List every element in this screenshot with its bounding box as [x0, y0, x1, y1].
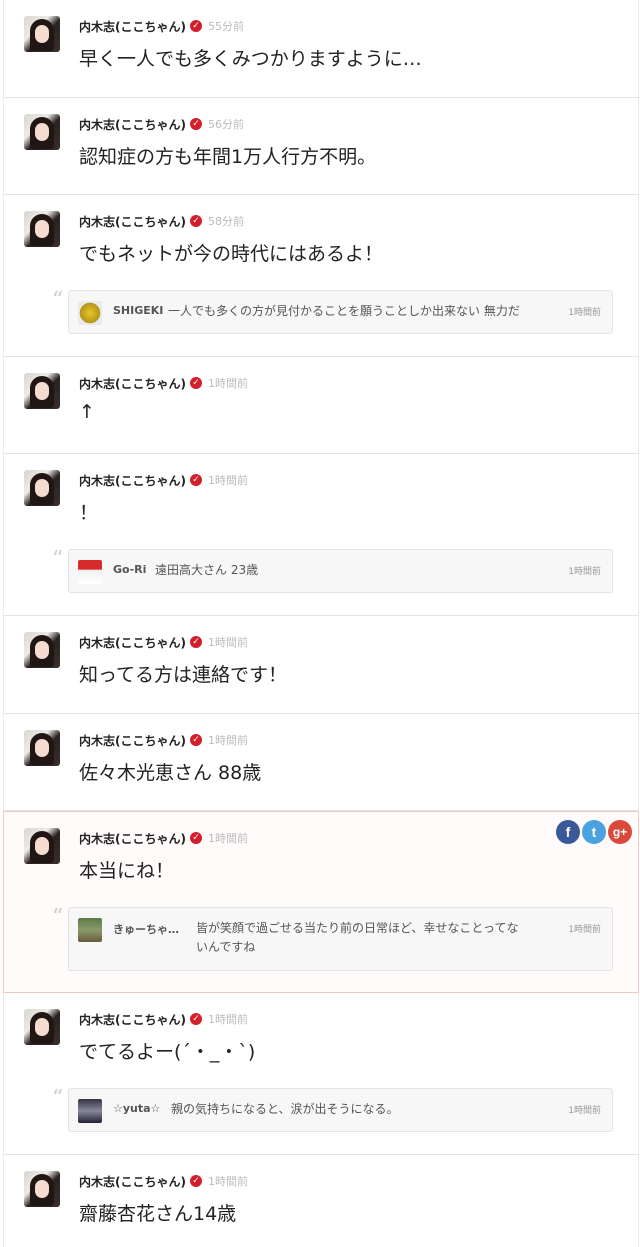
- post-header: 内木志(ここちゃん) ✓ 1時間前: [79, 828, 248, 848]
- post-header: 内木志(ここちゃん) ✓ 1時間前: [79, 373, 248, 393]
- quote-text: 親の気持ちになると、涙が出そうになる。: [171, 1102, 399, 1116]
- post-item: 内木志(ここちゃん) ✓ 58分前 でもネットが今の時代にはあるよ！ “ SHI…: [3, 195, 639, 357]
- quote-avatar: [78, 301, 102, 325]
- post-header: 内木志(ここちゃん) ✓ 1時間前: [79, 730, 248, 750]
- post-time[interactable]: 58分前: [208, 213, 244, 229]
- google-plus-share-button[interactable]: g+: [608, 820, 632, 844]
- post-text: 認知症の方も年間1万人行方不明。: [79, 146, 377, 168]
- post-header: 内木志(ここちゃん) ✓ 58分前: [79, 211, 244, 231]
- post-item: 内木志(ここちゃん) ✓ 56分前 認知症の方も年間1万人行方不明。: [3, 98, 639, 195]
- author-name[interactable]: 内木志(ここちゃん): [79, 472, 186, 489]
- post-time[interactable]: 1時間前: [208, 1173, 248, 1189]
- avatar[interactable]: [24, 470, 60, 506]
- quoted-post[interactable]: きゅーちゃ… 皆が笑顔で過ごせる当たり前の日常ほど、幸せなことってな いんですね…: [68, 907, 613, 971]
- share-buttons: f t g+: [556, 820, 632, 844]
- post-time[interactable]: 1時間前: [208, 375, 248, 391]
- author-name[interactable]: 内木志(ここちゃん): [79, 634, 186, 651]
- post-time[interactable]: 1時間前: [208, 472, 248, 488]
- post-header: 内木志(ここちゃん) ✓ 56分前: [79, 114, 244, 134]
- quote-time: 1時間前: [568, 1106, 601, 1116]
- facebook-share-button[interactable]: f: [556, 820, 580, 844]
- post-time[interactable]: 1時間前: [208, 634, 248, 650]
- quoted-post[interactable]: ☆yuta☆ 親の気持ちになると、涙が出そうになる。 1時間前: [68, 1088, 613, 1132]
- post-item: 内木志(ここちゃん) ✓ 1時間前 ！ “ Go-Ri 遠田高大さん 23歳 1…: [3, 454, 639, 616]
- post-item: 内木志(ここちゃん) ✓ 1時間前 ↑: [3, 357, 639, 454]
- post-text: 佐々木光恵さん 88歳: [79, 762, 262, 784]
- post-text: でもネットが今の時代にはあるよ！: [79, 243, 384, 265]
- quote-user[interactable]: SHIGEKI: [113, 304, 163, 317]
- verified-icon: ✓: [189, 1013, 202, 1025]
- post-time[interactable]: 55分前: [208, 18, 244, 34]
- quoted-post[interactable]: Go-Ri 遠田高大さん 23歳 1時間前: [68, 549, 613, 593]
- verified-icon: ✓: [189, 377, 202, 389]
- author-name[interactable]: 内木志(ここちゃん): [79, 213, 186, 230]
- quote-time: 1時間前: [568, 567, 601, 577]
- post-text: 知ってる方は連絡です！: [79, 664, 288, 686]
- quote-icon: “: [52, 1086, 64, 1111]
- post-time[interactable]: 1時間前: [208, 1011, 248, 1027]
- avatar[interactable]: [24, 1171, 60, 1207]
- post-item: 内木志(ここちゃん) ✓ 55分前 早く一人でも多くみつかりますように…: [3, 0, 639, 98]
- author-name[interactable]: 内木志(ここちゃん): [79, 18, 186, 35]
- post-time[interactable]: 1時間前: [208, 732, 248, 748]
- verified-icon: ✓: [189, 474, 202, 486]
- author-name[interactable]: 内木志(ここちゃん): [79, 116, 186, 133]
- post-item: 内木志(ここちゃん) ✓ 1時間前 でてるよー(´・_・`) “ ☆yuta☆ …: [3, 993, 639, 1155]
- post-time[interactable]: 1時間前: [208, 830, 248, 846]
- author-name[interactable]: 内木志(ここちゃん): [79, 375, 186, 392]
- author-name[interactable]: 内木志(ここちゃん): [79, 1011, 186, 1028]
- post-item: 内木志(ここちゃん) ✓ 1時間前 齋藤杏花さん14歳: [3, 1155, 639, 1247]
- verified-icon: ✓: [189, 215, 202, 227]
- quote-icon: “: [52, 905, 64, 930]
- quote-icon: “: [52, 288, 64, 313]
- post-header: 内木志(ここちゃん) ✓ 1時間前: [79, 1009, 248, 1029]
- post-header: 内木志(ここちゃん) ✓ 55分前: [79, 16, 244, 36]
- quote-avatar: [78, 1099, 102, 1123]
- post-item: 内木志(ここちゃん) ✓ 1時間前 知ってる方は連絡です！: [3, 616, 639, 714]
- verified-icon: ✓: [189, 118, 202, 130]
- quote-text-line-2: いんですね: [196, 940, 256, 954]
- post-text: ↑: [79, 401, 95, 423]
- quote-user[interactable]: Go-Ri: [113, 563, 146, 576]
- avatar[interactable]: [24, 373, 60, 409]
- quote-time: 1時間前: [568, 308, 601, 318]
- author-name[interactable]: 内木志(ここちゃん): [79, 732, 186, 749]
- post-text: ！: [79, 502, 99, 524]
- post-time[interactable]: 56分前: [208, 116, 244, 132]
- quote-user[interactable]: ☆yuta☆: [113, 1102, 160, 1115]
- avatar[interactable]: [24, 16, 60, 52]
- quote-avatar: [78, 560, 102, 584]
- post-item: 内木志(ここちゃん) ✓ 1時間前 佐々木光恵さん 88歳: [3, 714, 639, 811]
- author-name[interactable]: 内木志(ここちゃん): [79, 1173, 186, 1190]
- avatar[interactable]: [24, 632, 60, 668]
- verified-icon: ✓: [189, 20, 202, 32]
- avatar[interactable]: [24, 730, 60, 766]
- post-text: 齋藤杏花さん14歳: [79, 1203, 237, 1225]
- verified-icon: ✓: [189, 734, 202, 746]
- twitter-share-button[interactable]: t: [582, 820, 606, 844]
- post-header: 内木志(ここちゃん) ✓ 1時間前: [79, 632, 248, 652]
- verified-icon: ✓: [189, 832, 202, 844]
- verified-icon: ✓: [189, 636, 202, 648]
- avatar[interactable]: [24, 1009, 60, 1045]
- post-text: 本当にね！: [79, 860, 175, 882]
- quote-time: 1時間前: [568, 925, 601, 935]
- post-item-highlighted: f t g+ 内木志(ここちゃん) ✓ 1時間前 本当にね！ “ きゅーちゃ… …: [3, 811, 639, 993]
- avatar[interactable]: [24, 114, 60, 150]
- quote-text-line-1: 皆が笑顔で過ごせる当たり前の日常ほど、幸せなことってな: [196, 921, 519, 935]
- author-name[interactable]: 内木志(ここちゃん): [79, 830, 186, 847]
- post-text: でてるよー(´・_・`): [79, 1041, 256, 1063]
- quote-text: 一人でも多くの方が見付かることを願うことしか出来ない 無力だ: [168, 304, 520, 318]
- avatar[interactable]: [24, 828, 60, 864]
- quote-avatar: [78, 918, 102, 942]
- quote-icon: “: [52, 547, 64, 572]
- quoted-post[interactable]: SHIGEKI 一人でも多くの方が見付かることを願うことしか出来ない 無力だ 1…: [68, 290, 613, 334]
- quote-text: 遠田高大さん 23歳: [155, 563, 259, 577]
- post-header: 内木志(ここちゃん) ✓ 1時間前: [79, 470, 248, 490]
- quote-user[interactable]: きゅーちゃ…: [113, 921, 179, 937]
- post-text: 早く一人でも多くみつかりますように…: [79, 48, 422, 70]
- verified-icon: ✓: [189, 1175, 202, 1187]
- avatar[interactable]: [24, 211, 60, 247]
- post-header: 内木志(ここちゃん) ✓ 1時間前: [79, 1171, 248, 1191]
